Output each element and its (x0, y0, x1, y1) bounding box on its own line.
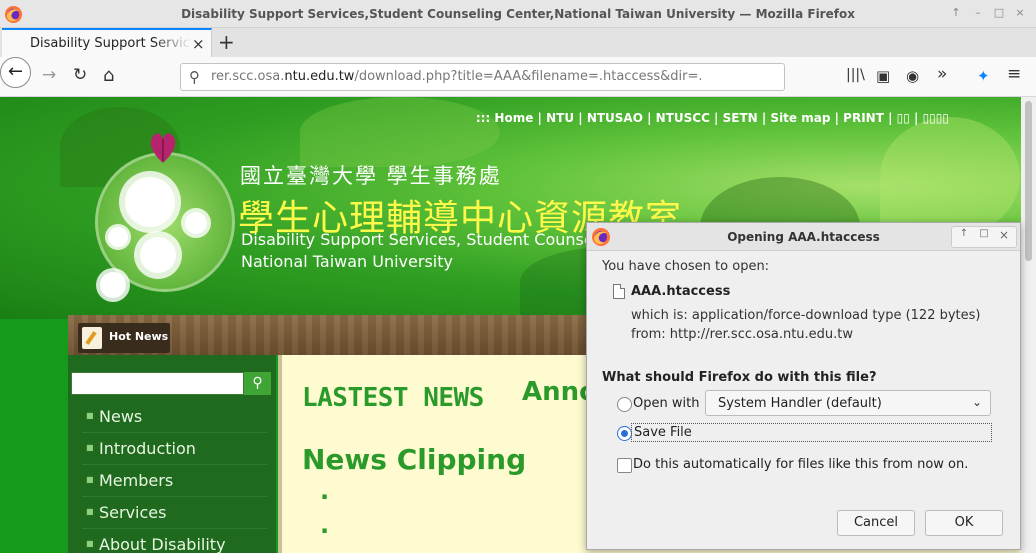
window-title: Disability Support Services,Student Coun… (181, 7, 855, 21)
chevron-down-icon: ⌄ (971, 395, 982, 409)
bullet-icon: ■ (86, 443, 94, 452)
download-dialog: Opening AAA.htaccess ↑ □ × You have chos… (586, 222, 1021, 550)
sidebar-item-introduction[interactable]: ■ Introduction (82, 433, 267, 465)
sidebar-item-services[interactable]: ■ Services (82, 497, 267, 529)
auto-action-checkbox[interactable] (617, 458, 632, 473)
dialog-maximize-button[interactable]: □ (976, 228, 992, 244)
home-button[interactable]: ⌂ (103, 65, 114, 86)
page-scrollbar[interactable] (1021, 97, 1036, 553)
forward-button[interactable]: → (42, 65, 56, 85)
save-file-option[interactable]: Save File (631, 423, 992, 442)
action-question: What should Firefox do with this file? (602, 370, 877, 385)
sidebar-item-members[interactable]: ■ Members (82, 465, 267, 497)
bullet-icon: ■ (86, 411, 94, 420)
open-with-radio[interactable] (617, 397, 632, 412)
sidebar-item-about-disability[interactable]: ■ About Disability (82, 529, 267, 553)
window-minimize-button[interactable]: – (970, 6, 986, 19)
top-links[interactable]: ::: Home | NTU | NTUSAO | NTUSCC | SETN … (476, 111, 949, 125)
open-with-select[interactable]: System Handler (default) ⌄ (705, 390, 991, 416)
bullet-icon: ■ (86, 475, 94, 484)
save-file-label: Save File (634, 425, 692, 440)
tab-strip: Disability Support Services,Student Coun… (0, 28, 1036, 57)
lastest-news-heading: LASTEST NEWS (302, 383, 484, 413)
bullet-icon: ■ (86, 539, 94, 548)
ok-button[interactable]: OK (925, 510, 1003, 536)
window-close-button[interactable]: × (1012, 6, 1028, 19)
file-type-info: which is: application/force-download typ… (631, 308, 981, 323)
window-maximize-button[interactable]: □ (991, 6, 1007, 19)
sidebar-icon[interactable]: ▣ (876, 67, 890, 85)
site-title-en-line2: National Taiwan University (241, 252, 453, 271)
list-item[interactable]: · (320, 483, 329, 511)
site-search-input[interactable] (71, 372, 244, 395)
hot-news-tab[interactable]: Hot News (78, 323, 170, 353)
sidebar-item-news[interactable]: ■ News (82, 401, 267, 433)
tab-close-icon[interactable]: × (192, 35, 205, 53)
logo-flower-icon (125, 177, 175, 227)
dialog-restore-button[interactable]: ↑ (956, 228, 972, 244)
search-button[interactable]: ⚲ (244, 372, 271, 395)
site-subtitle-zh: 國立臺灣大學 學生事務處 (240, 164, 502, 188)
account-icon[interactable]: ◉ (906, 67, 919, 85)
auto-action-label[interactable]: Do this automatically for files like thi… (633, 457, 968, 472)
library-icon[interactable]: |||\ (846, 67, 865, 83)
url-text[interactable]: rer.scc.osa.ntu.edu.tw/download.php?titl… (211, 69, 703, 84)
sidebar: ⚲ ■ News ■ Introduction ■ Members ■ Serv… (68, 355, 276, 553)
reload-button[interactable]: ↻ (73, 65, 87, 85)
chosen-to-open-label: You have chosen to open: (602, 259, 770, 274)
cancel-button[interactable]: Cancel (837, 510, 915, 536)
new-tab-button[interactable]: + (218, 30, 235, 54)
save-file-radio[interactable] (617, 426, 632, 441)
tab-disability-support-services[interactable]: Disability Support Services,Student Coun… (2, 28, 212, 57)
window-titlebar: Disability Support Services,Student Coun… (0, 0, 1036, 28)
notepad-icon (82, 327, 102, 349)
extensions-icon[interactable]: ✦ (977, 67, 990, 85)
search-icon: ⚲ (189, 68, 200, 86)
url-bar[interactable]: ⚲ rer.scc.osa.ntu.edu.tw/download.php?ti… (180, 63, 785, 91)
scrollbar-thumb[interactable] (1025, 101, 1032, 261)
list-item[interactable]: · (320, 517, 329, 545)
dialog-titlebar: Opening AAA.htaccess ↑ □ × (587, 223, 1020, 251)
window-restore-button[interactable]: ↑ (948, 6, 964, 19)
dialog-close-button[interactable]: × (996, 228, 1012, 244)
magnifier-icon: ⚲ (252, 375, 263, 391)
news-clipping-heading: News Clipping (302, 443, 527, 476)
back-button[interactable]: ← (0, 57, 31, 88)
overflow-menu-icon[interactable]: » (937, 64, 947, 84)
open-with-value: System Handler (default) (718, 396, 882, 411)
file-icon (613, 284, 625, 299)
navigation-bar: ← → ↻ ⌂ ⚲ rer.scc.osa.ntu.edu.tw/downloa… (0, 57, 1036, 97)
logo-heart-icon (150, 133, 176, 163)
file-name: AAA.htaccess (631, 284, 731, 299)
hamburger-menu-icon[interactable]: ≡ (1007, 64, 1021, 84)
bullet-icon: ■ (86, 507, 94, 516)
open-with-label[interactable]: Open with (633, 396, 699, 411)
hot-news-label: Hot News (109, 330, 169, 343)
file-source-info: from: http://rer.scc.osa.ntu.edu.tw (631, 327, 854, 342)
